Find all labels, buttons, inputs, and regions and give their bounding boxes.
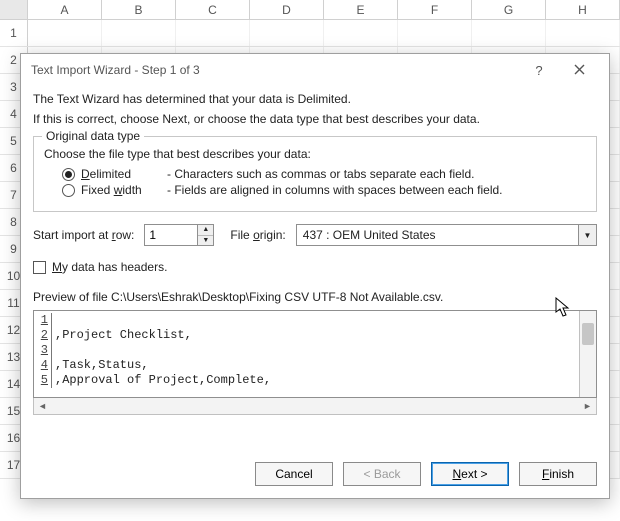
col-header[interactable]: A — [28, 0, 102, 19]
preview-line-text: ,Project Checklist, — [55, 328, 192, 343]
option-label: Fixed width — [81, 183, 161, 197]
chevron-down-icon: ▼ — [584, 231, 592, 240]
col-header[interactable]: C — [176, 0, 250, 19]
preview-line-number: 2 — [36, 328, 52, 343]
preview-content: 12,Project Checklist,34,Task,Status,5,Ap… — [34, 311, 579, 397]
cell[interactable] — [102, 20, 176, 46]
preview-label: Preview of file C:\Users\Eshrak\Desktop\… — [33, 290, 597, 304]
row-header[interactable]: 1 — [0, 20, 28, 46]
group-subtext: Choose the file type that best describes… — [44, 147, 586, 161]
start-row-spinner[interactable]: ▲ ▼ — [144, 224, 214, 246]
preview-line: 5,Approval of Project,Complete, — [36, 373, 579, 388]
preview-vertical-scrollbar[interactable] — [579, 311, 596, 397]
col-header[interactable]: D — [250, 0, 324, 19]
cell[interactable] — [250, 20, 324, 46]
back-button: < Back — [343, 462, 421, 486]
combo-dropdown-button[interactable]: ▼ — [578, 225, 596, 245]
headers-checkbox-label: My data has headers. — [52, 260, 167, 274]
option-desc: - Fields are aligned in columns with spa… — [167, 183, 503, 197]
text-import-wizard-dialog: Text Import Wizard - Step 1 of 3 ? The T… — [20, 53, 610, 499]
preview-line: 4,Task,Status, — [36, 358, 579, 373]
dialog-titlebar: Text Import Wizard - Step 1 of 3 ? — [21, 54, 609, 86]
scrollbar-thumb[interactable] — [582, 323, 594, 345]
column-headers: A B C D E F G H — [0, 0, 620, 20]
cell[interactable] — [546, 20, 620, 46]
preview-line: 3 — [36, 343, 579, 358]
preview-line-number: 5 — [36, 373, 52, 388]
original-data-type-group: Original data type Choose the file type … — [33, 136, 597, 212]
group-legend: Original data type — [42, 129, 144, 143]
col-header[interactable]: F — [398, 0, 472, 19]
radio-fixed-width[interactable] — [62, 184, 75, 197]
col-header[interactable]: B — [102, 0, 176, 19]
start-row-label: Start import at row: — [33, 228, 134, 242]
spin-down-button[interactable]: ▼ — [198, 236, 213, 246]
preview-line-text: ,Approval of Project,Complete, — [55, 373, 271, 388]
cell[interactable] — [398, 20, 472, 46]
headers-checkbox[interactable] — [33, 261, 46, 274]
radio-delimited[interactable] — [62, 168, 75, 181]
preview-line-text: ,Task,Status, — [55, 358, 149, 373]
finish-button[interactable]: Finish — [519, 462, 597, 486]
help-button[interactable]: ? — [519, 63, 559, 78]
scroll-left-button[interactable]: ◄ — [34, 401, 51, 411]
select-all-corner[interactable] — [0, 0, 28, 19]
preview-box: 12,Project Checklist,34,Task,Status,5,Ap… — [33, 310, 597, 398]
intro-text-1: The Text Wizard has determined that your… — [33, 92, 597, 106]
close-icon — [574, 64, 585, 75]
sheet-row: 1 — [0, 20, 620, 47]
dialog-title: Text Import Wizard - Step 1 of 3 — [31, 63, 519, 77]
spin-up-button[interactable]: ▲ — [198, 225, 213, 236]
file-origin-label: File origin: — [230, 228, 285, 242]
cell[interactable] — [472, 20, 546, 46]
headers-checkbox-row[interactable]: My data has headers. — [33, 260, 597, 274]
preview-horizontal-scrollbar[interactable]: ◄ ► — [33, 398, 597, 415]
col-header[interactable]: E — [324, 0, 398, 19]
dialog-footer: Cancel < Back Next > Finish — [21, 450, 609, 498]
preview-line-number: 1 — [36, 313, 52, 328]
cell[interactable] — [324, 20, 398, 46]
file-origin-combo[interactable]: 437 : OEM United States ▼ — [296, 224, 597, 246]
preview-line-number: 3 — [36, 343, 52, 358]
option-desc: - Characters such as commas or tabs sepa… — [167, 167, 474, 181]
intro-text-2: If this is correct, choose Next, or choo… — [33, 112, 597, 126]
file-origin-value: 437 : OEM United States — [297, 225, 578, 245]
preview-line: 2,Project Checklist, — [36, 328, 579, 343]
cell[interactable] — [176, 20, 250, 46]
option-label: Delimited — [81, 167, 161, 181]
start-row-input[interactable] — [145, 225, 197, 245]
preview-line: 1 — [36, 313, 579, 328]
option-delimited[interactable]: Delimited - Characters such as commas or… — [62, 167, 586, 181]
col-header[interactable]: G — [472, 0, 546, 19]
scroll-right-button[interactable]: ► — [579, 401, 596, 411]
next-button[interactable]: Next > — [431, 462, 509, 486]
close-button[interactable] — [559, 62, 599, 78]
col-header[interactable]: H — [546, 0, 620, 19]
option-fixed-width[interactable]: Fixed width - Fields are aligned in colu… — [62, 183, 586, 197]
cell[interactable] — [28, 20, 102, 46]
cancel-button[interactable]: Cancel — [255, 462, 333, 486]
preview-line-number: 4 — [36, 358, 52, 373]
